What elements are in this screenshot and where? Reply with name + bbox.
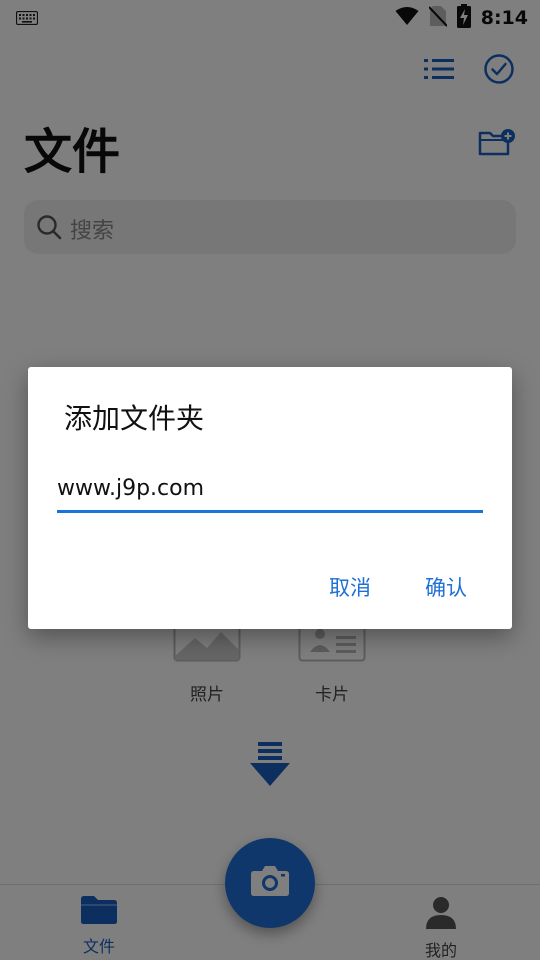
app-screen: 8:14 文件: [0, 0, 540, 960]
dialog-title: 添加文件夹: [64, 402, 205, 435]
cancel-button[interactable]: 取消: [329, 572, 371, 602]
folder-name-input[interactable]: [57, 473, 483, 513]
confirm-button[interactable]: 确认: [425, 572, 467, 602]
add-folder-dialog: 添加文件夹 取消 确认: [28, 367, 512, 629]
